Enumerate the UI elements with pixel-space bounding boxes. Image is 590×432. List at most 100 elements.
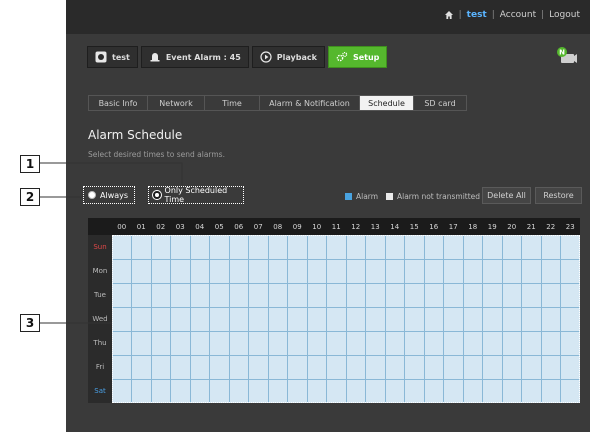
grid-column-line [131,236,132,402]
hour-header-cell[interactable]: 05 [210,218,230,235]
tab-alarm-notification[interactable]: Alarm & Notification [259,95,359,111]
logout-link[interactable]: Logout [549,10,580,20]
hour-header-cell[interactable]: 21 [522,218,542,235]
alarm-swatch [345,193,352,200]
hour-header-cell[interactable]: 11 [327,218,347,235]
hour-header-cell[interactable]: 20 [502,218,522,235]
hour-header-cell[interactable]: 22 [541,218,561,235]
always-radio[interactable] [88,191,96,199]
day-label[interactable]: Wed [88,307,112,331]
hour-header-cell[interactable]: 06 [229,218,249,235]
nav-live-label: test [112,52,130,62]
separator: | [458,10,462,20]
day-label[interactable]: Sun [88,235,112,259]
main-nav: test Event Alarm : 45 Playback Setup [87,46,388,68]
grid-column-line [150,236,152,402]
play-icon [260,51,272,63]
day-label[interactable]: Sat [88,379,112,403]
grid-row-line [113,378,579,380]
tab-basic-info[interactable]: Basic Info [88,95,147,111]
page-subtitle: Select desired times to send alarms. [88,150,225,159]
hour-header-cell[interactable]: 12 [346,218,366,235]
hour-header-cell[interactable]: 08 [268,218,288,235]
grid-column-line [209,236,210,402]
grid-column-line [189,236,191,402]
legend-not-transmitted: Alarm not transmitted [386,192,480,201]
separator: | [491,10,495,20]
hour-header-cell[interactable]: 19 [483,218,503,235]
grid-column-line [170,236,171,402]
hour-header-cell[interactable]: 04 [190,218,210,235]
nav-live-button[interactable]: test [87,46,138,68]
grid-column-line [404,236,405,402]
svg-text:N: N [559,49,565,57]
grid-column-line [306,236,308,402]
hour-header-cell[interactable]: 13 [366,218,386,235]
nav-playback-button[interactable]: Playback [251,46,325,68]
grid-column-line [462,236,464,402]
hour-header-cell[interactable]: 23 [561,218,581,235]
grid-column-line [326,236,327,402]
grid-column-line [501,236,503,402]
top-bar: | test | Account | Logout [66,0,590,34]
day-label[interactable]: Tue [88,283,112,307]
hour-header-cell[interactable]: 09 [288,218,308,235]
hour-header-cell[interactable]: 17 [444,218,464,235]
grid-column-line [482,236,483,402]
camera-status-icon[interactable]: N [556,46,578,66]
hour-header-cell[interactable]: 14 [385,218,405,235]
separator: | [541,10,545,20]
callout-2: 2 [20,188,40,206]
schedule-grid[interactable] [112,235,580,403]
hour-header-cell[interactable]: 02 [151,218,171,235]
always-label: Always [100,190,129,200]
grid-row-line [113,282,579,284]
hour-header-cell[interactable]: 07 [249,218,269,235]
grid-row-line [113,258,579,260]
grid-row-line [113,306,579,308]
home-icon[interactable] [444,10,454,20]
hour-header-cell[interactable]: 00 [112,218,132,235]
tab-network[interactable]: Network [147,95,204,111]
grid-column-line [248,236,249,402]
scheduled-time-radio[interactable] [153,191,161,199]
hour-header-cell[interactable]: 15 [405,218,425,235]
day-label[interactable]: Mon [88,259,112,283]
nav-event-alarm-label: Event Alarm : 45 [165,52,241,62]
day-label[interactable]: Fri [88,355,112,379]
grid-column-line [560,236,561,402]
grid-row-line [113,354,579,356]
grid-row-line [113,330,579,332]
grid-column-line [267,236,269,402]
grid-column-line [287,236,288,402]
scheduled-time-label: Only Scheduled Time [164,186,228,204]
alarm-bell-icon [150,53,160,62]
tab-time[interactable]: Time [204,95,259,111]
grid-column-line [443,236,444,402]
hour-header-cell[interactable]: 16 [424,218,444,235]
scheduled-time-option[interactable]: Only Scheduled Time [148,186,244,204]
restore-button[interactable]: Restore [535,187,582,204]
callout-1: 1 [20,155,40,173]
hour-header-cell[interactable]: 10 [307,218,327,235]
hour-header-cell[interactable]: 18 [463,218,483,235]
callout-3: 3 [20,314,40,332]
hour-header-cell[interactable]: 01 [132,218,152,235]
tab-schedule[interactable]: Schedule [359,95,413,111]
legend-not-transmitted-label: Alarm not transmitted [397,192,481,201]
delete-all-button[interactable]: Delete All [482,187,531,204]
hour-header-cell[interactable]: 03 [171,218,191,235]
gears-icon [336,52,348,62]
always-option[interactable]: Always [83,186,135,204]
nav-setup-button[interactable]: Setup [327,46,388,68]
day-label[interactable]: Thu [88,331,112,355]
hour-header: 00 01 02 03 04 05 06 07 08 09 10 11 12 13 14 15 16 17 18 19… [88,218,580,235]
grid-column-line [521,236,522,402]
account-link[interactable]: Account [500,10,536,20]
not-transmitted-swatch [386,193,393,200]
user-link[interactable]: test [467,10,487,20]
nav-event-alarm-button[interactable]: Event Alarm : 45 [140,46,249,68]
tab-sd-card[interactable]: SD card [413,95,467,111]
grid-column-line [345,236,347,402]
settings-tabs: Basic Info Network Time Alarm & Notifica… [88,95,467,111]
